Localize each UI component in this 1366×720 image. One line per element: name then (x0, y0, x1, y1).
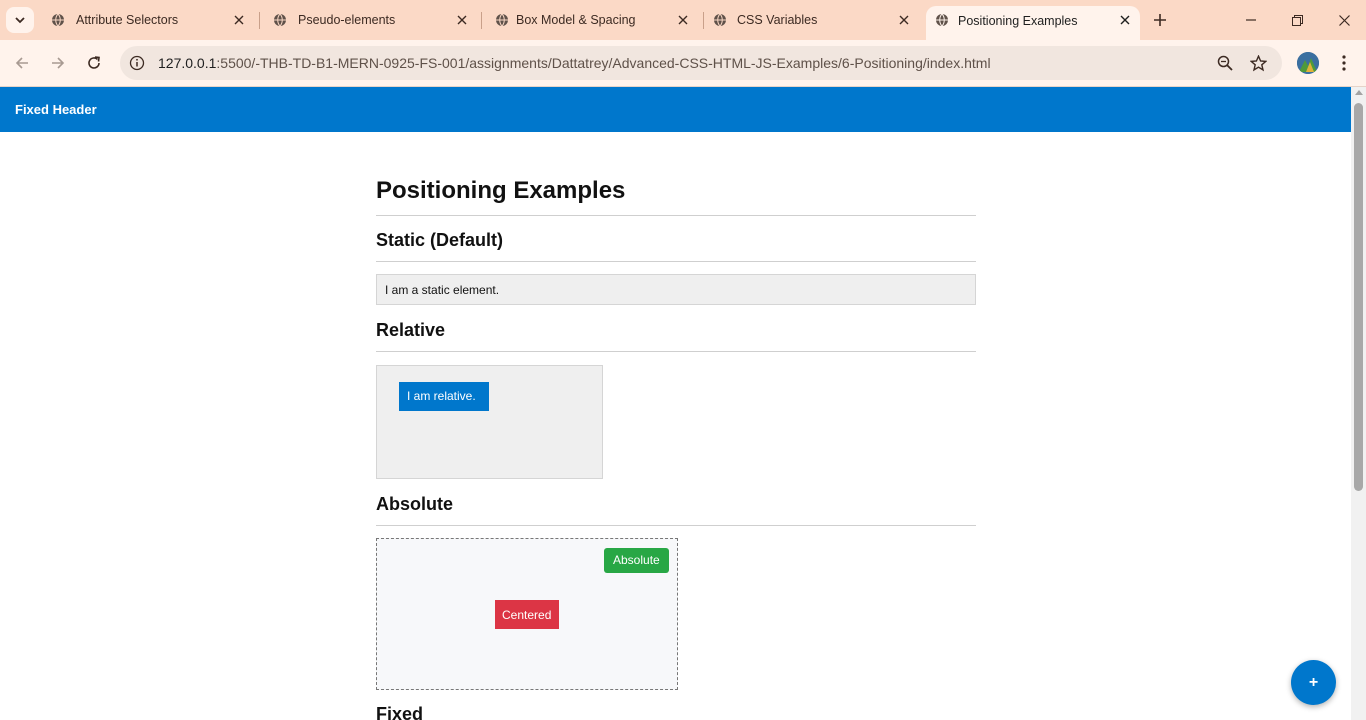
scroll-up-arrow-icon[interactable] (1355, 90, 1363, 95)
reload-icon (88, 56, 100, 69)
tab-title: Attribute Selectors (76, 13, 179, 27)
zoom-button[interactable] (1216, 54, 1234, 72)
star-icon (1249, 54, 1267, 71)
url-host: 127.0.0.1 (158, 55, 217, 71)
page-title: Positioning Examples (376, 177, 976, 216)
absolute-container: Absolute Centered (376, 538, 678, 690)
tab-css-variables[interactable]: CSS Variables (704, 0, 924, 40)
globe-icon (936, 13, 948, 27)
absolute-chip: Absolute (604, 548, 669, 573)
chevron-down-icon (15, 17, 25, 24)
tab-title: Box Model & Spacing (516, 13, 636, 27)
tab-search-button[interactable] (6, 7, 34, 33)
url-path: :5500/-THB-TD-B1-MERN-0925-FS-001/assign… (216, 55, 991, 71)
tab-title: CSS Variables (737, 13, 818, 27)
relative-chip: I am relative. (399, 382, 489, 411)
tab-positioning-examples[interactable]: Positioning Examples (926, 6, 1140, 40)
avatar-image (1297, 52, 1319, 74)
close-icon[interactable] (897, 13, 911, 27)
tab-pseudo-elements[interactable]: Pseudo-elements (260, 0, 480, 40)
profile-avatar[interactable] (1297, 52, 1319, 74)
minimize-icon (1246, 19, 1256, 21)
info-icon[interactable] (129, 55, 145, 71)
plus-icon (1154, 14, 1166, 26)
arrow-right-icon (52, 57, 65, 69)
tab-strip: Attribute Selectors Pseudo-elements Box … (0, 0, 1366, 40)
absolute-chip-text: Absolute (613, 553, 660, 567)
bookmark-button[interactable] (1249, 54, 1267, 72)
arrow-left-icon (15, 57, 28, 69)
globe-icon (274, 13, 286, 27)
section-heading-fixed: Fixed (376, 704, 976, 720)
section-heading-relative: Relative (376, 320, 976, 352)
close-icon[interactable] (676, 13, 690, 27)
floating-action-button[interactable]: + (1291, 660, 1336, 705)
centered-chip-text: Centered (502, 608, 552, 622)
page-viewport: Fixed Header Positioning Examples Static… (0, 87, 1351, 720)
close-icon[interactable] (455, 13, 469, 27)
page-scrollbar[interactable] (1351, 87, 1366, 720)
restore-icon (1291, 14, 1303, 26)
tab-attribute-selectors[interactable]: Attribute Selectors (38, 0, 258, 40)
restore-button[interactable] (1287, 10, 1307, 30)
tab-title: Pseudo-elements (298, 13, 396, 27)
globe-icon (52, 13, 64, 27)
reload-button[interactable] (84, 53, 104, 73)
forward-button[interactable] (48, 53, 68, 73)
tab-title: Positioning Examples (958, 14, 1078, 28)
static-box: I am a static element. (376, 274, 976, 305)
menu-button[interactable] (1335, 53, 1353, 73)
static-box-text: I am a static element. (385, 283, 500, 297)
fixed-header-text: Fixed Header (15, 102, 97, 117)
close-window-button[interactable] (1334, 10, 1354, 30)
globe-icon (496, 13, 508, 27)
back-button[interactable] (12, 53, 32, 73)
relative-container: I am relative. (376, 365, 603, 479)
scrollbar-thumb[interactable] (1354, 103, 1363, 491)
zoom-icon (1217, 55, 1233, 71)
close-icon[interactable] (1118, 13, 1132, 27)
relative-chip-text: I am relative. (407, 389, 476, 403)
fixed-header: Fixed Header (0, 87, 1351, 132)
minimize-button[interactable] (1241, 10, 1261, 30)
globe-icon (714, 13, 726, 27)
close-icon[interactable] (232, 13, 246, 27)
new-tab-button[interactable] (1151, 11, 1169, 29)
address-bar[interactable]: 127.0.0.1:5500/-THB-TD-B1-MERN-0925-FS-0… (120, 46, 1282, 80)
url-text: 127.0.0.1:5500/-THB-TD-B1-MERN-0925-FS-0… (158, 55, 991, 71)
close-icon (1338, 14, 1350, 26)
browser-toolbar: 127.0.0.1:5500/-THB-TD-B1-MERN-0925-FS-0… (0, 40, 1366, 87)
tab-box-model[interactable]: Box Model & Spacing (482, 0, 702, 40)
centered-chip: Centered (495, 600, 559, 629)
section-heading-absolute: Absolute (376, 494, 976, 526)
more-vertical-icon (1342, 55, 1346, 71)
section-heading-static: Static (Default) (376, 230, 976, 262)
